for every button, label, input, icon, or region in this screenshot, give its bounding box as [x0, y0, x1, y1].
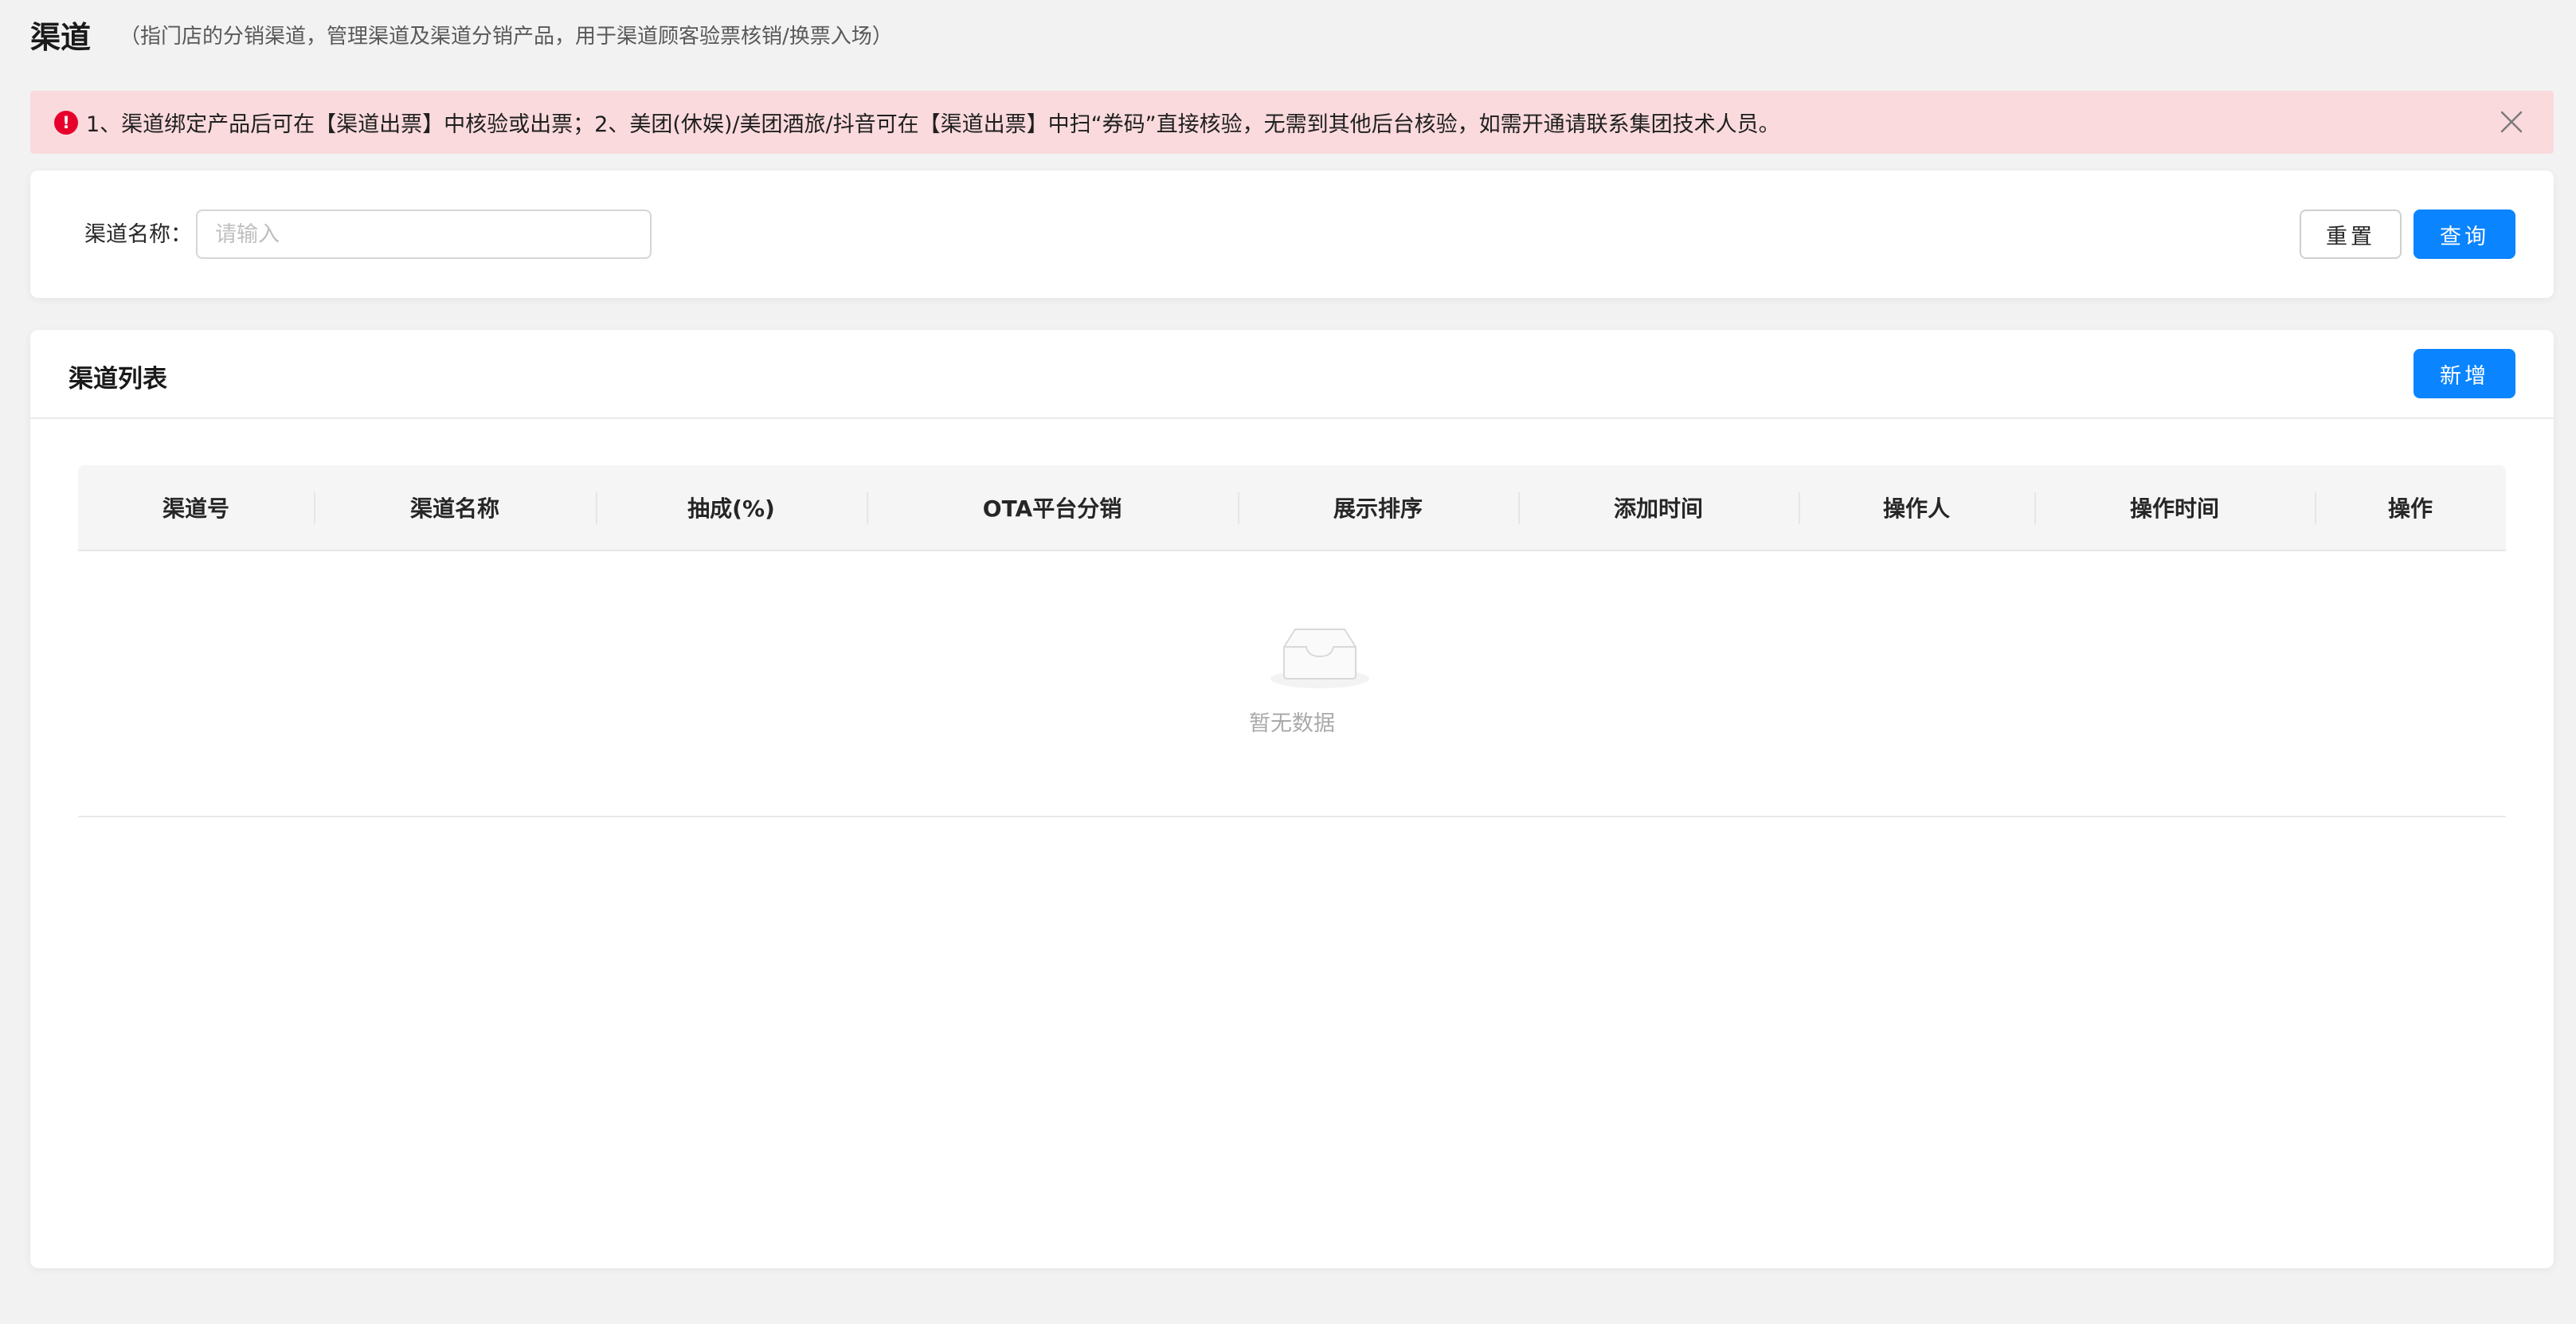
column-header: 操作人 [1799, 465, 2034, 550]
reset-button[interactable]: 重置 [2300, 210, 2402, 259]
column-header: 渠道名称 [314, 465, 596, 550]
page-header: 渠道 （指门店的分销渠道，管理渠道及渠道分销产品，用于渠道顾客验票核销/换票入场… [30, 10, 893, 59]
page-subtitle: （指门店的分销渠道，管理渠道及渠道分销产品，用于渠道顾客验票核销/换票入场） [119, 24, 893, 49]
alert-text: 1、渠道绑定产品后可在【渠道出票】中核验或出票；2、美团(休娱)/美团酒旅/抖音… [86, 112, 1780, 137]
query-button[interactable]: 查询 [2414, 210, 2515, 259]
search-panel: 渠道名称： 重置 查询 [30, 170, 2554, 298]
column-header: 添加时间 [1518, 465, 1799, 550]
page-title: 渠道 [30, 19, 92, 55]
column-header: 抽成(%) [596, 465, 867, 550]
table-header: 渠道号 渠道名称 抽成(%) OTA平台分销 展示排序 添加时间 操作人 操作时… [78, 465, 2506, 551]
channel-table: 渠道号 渠道名称 抽成(%) OTA平台分销 展示排序 添加时间 操作人 操作时… [78, 465, 2506, 817]
channel-name-input[interactable] [196, 210, 652, 259]
error-icon: ! [54, 110, 78, 135]
column-header: 操作 [2315, 465, 2506, 550]
empty-inbox-icon [1270, 629, 1369, 688]
column-header: 展示排序 [1238, 465, 1518, 550]
page: 渠道 （指门店的分销渠道，管理渠道及渠道分销产品，用于渠道顾客验票核销/换票入场… [0, 0, 2576, 1324]
column-header: 渠道号 [162, 496, 229, 522]
column-header: 操作时间 [2034, 465, 2315, 550]
close-icon[interactable] [2498, 108, 2525, 135]
alert-banner: ! 1、渠道绑定产品后可在【渠道出票】中核验或出票；2、美团(休娱)/美团酒旅/… [30, 91, 2554, 154]
table-empty-state: 暂无数据 [78, 551, 2506, 817]
list-title: 渠道列表 [69, 365, 167, 394]
list-header: 渠道列表 新增 [30, 330, 2554, 419]
column-header: OTA平台分销 [867, 465, 1238, 550]
channel-list-panel: 渠道列表 新增 渠道号 渠道名称 抽成(%) OTA平台分销 展示排序 添加时间… [30, 330, 2554, 1268]
add-button[interactable]: 新增 [2414, 349, 2515, 398]
channel-name-label: 渠道名称： [84, 222, 192, 247]
empty-text: 暂无数据 [1249, 711, 1335, 736]
